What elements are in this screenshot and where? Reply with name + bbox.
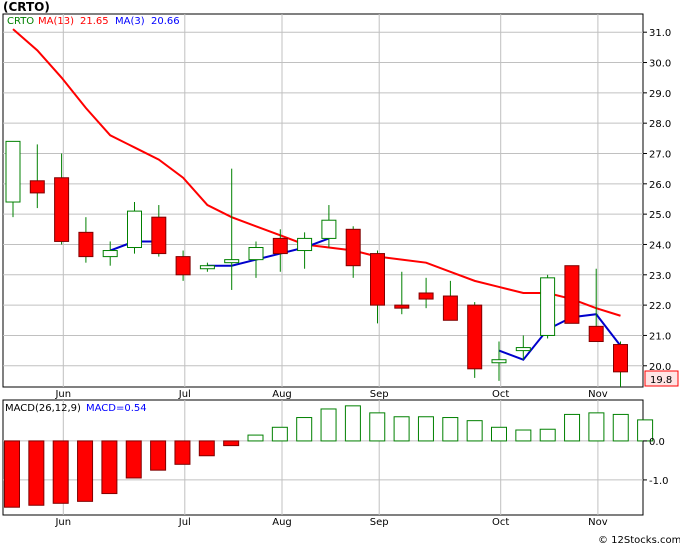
candle-up — [127, 210, 142, 249]
macd-bar-positive — [491, 426, 507, 442]
price-y-tick-label: 21.0 — [649, 331, 671, 342]
candle-up — [5, 140, 21, 203]
macd-bar-positive — [344, 405, 361, 442]
macd-bar-negative — [52, 440, 69, 504]
price-y-tick-label: 24.0 — [649, 240, 671, 251]
candle-down — [345, 228, 361, 267]
macd-x-tick-label: Oct — [492, 517, 509, 528]
legend-ma13-value: 21.65 — [80, 16, 109, 27]
macd-panel: 0.0 -1.0 Jun Jul Aug Sep Oct Nov — [2, 399, 669, 528]
candle-up — [224, 259, 240, 264]
candle-down — [394, 304, 410, 309]
macd-bar-positive — [588, 412, 605, 442]
macd-bar-negative — [223, 440, 240, 447]
macd-bar-positive — [393, 416, 410, 442]
price-legend: CRTO MA(13) 21.65 MA(3) 20.66 — [7, 16, 180, 27]
credit-text: © 12Stocks.com — [598, 535, 680, 546]
price-x-tick-label: Sep — [370, 389, 389, 400]
macd-bar-negative — [28, 440, 45, 506]
candle-up — [491, 359, 507, 364]
candle-up — [540, 277, 556, 336]
macd-bar-positive — [466, 420, 483, 442]
candle-down — [467, 304, 483, 370]
price-y-tick-label: 27.0 — [649, 149, 671, 160]
macd-legend-value: MACD=0.54 — [86, 403, 147, 414]
candle-up — [199, 265, 215, 270]
macd-x-tick-label: Sep — [370, 517, 389, 528]
macd-x-tick-label: Nov — [588, 517, 608, 528]
candle-down — [613, 344, 628, 373]
macd-y-tick-label: 0.0 — [649, 437, 665, 448]
legend-ma13-label: MA(13) — [38, 16, 74, 27]
candle-down — [272, 237, 288, 255]
candle-down — [78, 231, 94, 258]
macd-bar-positive — [564, 413, 581, 442]
macd-bar-positive — [296, 417, 313, 442]
macd-legend-label: MACD(26,12,9) — [5, 403, 81, 414]
macd-bar-negative — [198, 440, 215, 457]
macd-bar-negative — [101, 440, 118, 495]
candle-up — [102, 250, 118, 258]
price-panel: 20.021.022.023.024.025.026.027.028.029.0… — [2, 13, 679, 400]
price-x-tick-label: Jul — [178, 389, 191, 400]
candle-down — [588, 325, 604, 343]
candle-up — [515, 347, 531, 352]
price-y-tick-label: 30.0 — [649, 59, 671, 70]
macd-bar-positive — [320, 408, 337, 442]
macd-bar-positive — [442, 417, 459, 442]
candle-down — [418, 292, 434, 300]
legend-ticker: CRTO — [7, 16, 34, 27]
macd-bar-negative — [125, 440, 142, 479]
candle-up — [248, 247, 264, 261]
price-y-tick-label: 28.0 — [649, 119, 671, 130]
candle-down — [151, 216, 167, 255]
macd-bar-negative — [4, 440, 20, 508]
price-y-tick-label: 26.0 — [649, 180, 671, 191]
macd-bar-positive — [369, 412, 386, 442]
price-y-tick-label: 29.0 — [649, 89, 671, 100]
candle-down — [442, 295, 458, 321]
candle-up — [321, 219, 337, 239]
macd-bar-negative — [174, 440, 191, 465]
legend-ma3-label: MA(3) — [115, 16, 145, 27]
price-y-tick-label: 22.0 — [649, 301, 671, 312]
candle-down — [370, 253, 385, 306]
price-x-tick-label: Aug — [272, 389, 292, 400]
candle-down — [29, 180, 45, 194]
macd-bar-positive — [417, 416, 434, 442]
macd-x-tick-label: Aug — [272, 517, 292, 528]
macd-bar-negative — [77, 440, 94, 502]
macd-bar-negative — [150, 440, 167, 471]
macd-y-tick-label: -1.0 — [649, 476, 669, 487]
macd-bar-positive — [247, 434, 264, 442]
price-y-tick-label: 23.0 — [649, 271, 671, 282]
macd-legend: MACD(26,12,9) MACD=0.54 — [5, 403, 147, 414]
stock-chart: 20.021.022.023.024.025.026.027.028.029.0… — [0, 0, 680, 546]
macd-bar-positive — [539, 428, 556, 442]
macd-bar-positive — [271, 426, 288, 442]
price-x-tick-label: Nov — [588, 389, 608, 400]
price-y-tick-label: 25.0 — [649, 210, 671, 221]
chart-title: (CRTO) — [3, 0, 50, 14]
macd-bar-positive — [612, 413, 629, 442]
price-y-tick-label: 31.0 — [649, 28, 671, 39]
price-x-tick-label: Oct — [492, 389, 509, 400]
candle-down — [564, 265, 580, 324]
price-x-tick-label: Jun — [54, 389, 71, 400]
last-price-label: 19.8 — [650, 375, 672, 386]
candle-up — [297, 237, 313, 252]
macd-x-tick-label: Jun — [54, 517, 71, 528]
legend-ma3-value: 20.66 — [151, 16, 180, 27]
macd-bar-positive — [515, 429, 532, 442]
candle-down — [175, 256, 191, 276]
candle-down — [54, 177, 70, 242]
macd-x-tick-label: Jul — [178, 517, 191, 528]
